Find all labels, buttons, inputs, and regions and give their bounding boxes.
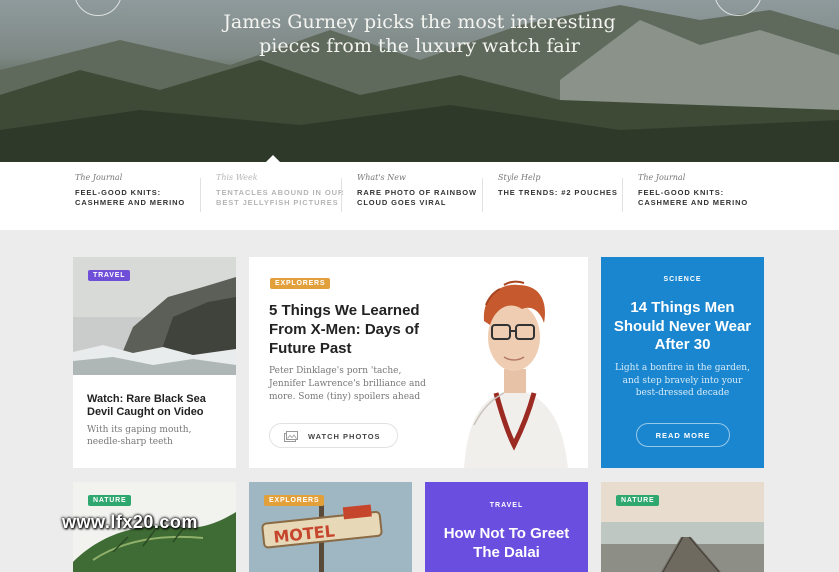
strip-headline[interactable]: FEEL-GOOD KNITS: CASHMERE AND MERINO [638,188,768,207]
divider [622,178,623,212]
strip-kicker: The Journal [638,173,686,182]
strip-item[interactable]: What's New RARE PHOTO OF RAINBOW CLOUD G… [357,173,487,207]
strip-headline[interactable]: FEEL-GOOD KNITS: CASHMERE AND MERINO [75,188,205,207]
hero-banner: James Gurney picks the most interesting … [0,0,839,162]
strip-kicker: Style Help [498,173,541,182]
hero-subtitle: James Gurney picks the most interesting … [0,10,839,58]
hero-subtitle-line1: James Gurney picks the most interesting [223,11,616,33]
card-title[interactable]: 14 Things Men Should Never Wear After 30 [611,299,754,355]
strip-kicker: This Week [216,173,258,182]
card-title[interactable]: How Not To Greet The Dalai [433,524,580,562]
tag-science[interactable]: SCIENCE [601,276,764,283]
card-description: Peter Dinklage's porn 'tache, Jennifer L… [269,366,426,402]
card-description: Light a bonfire in the garden, and step … [615,363,750,398]
strip-headline[interactable]: RARE PHOTO OF RAINBOW CLOUD GOES VIRAL [357,188,487,207]
article-card-science[interactable]: SCIENCE 14 Things Men Should Never Wear … [601,257,764,468]
article-card-xmen[interactable]: EXPLORERS 5 Things We Learned From X-Men… [249,257,588,468]
strip-kicker: The Journal [75,173,123,182]
strip-kicker: What's New [357,173,406,182]
strip-headline[interactable]: THE TRENDS: #2 POUCHES [498,188,628,198]
tag-explorers[interactable]: EXPLORERS [270,278,331,289]
watermark-text: www.lfx20.com [62,512,198,532]
strip-item[interactable]: The Journal FEEL-GOOD KNITS: CASHMERE AN… [75,173,205,207]
strip-item[interactable]: The Journal FEEL-GOOD KNITS: CASHMERE AN… [638,173,768,207]
watch-photos-button[interactable]: WATCH PHOTOS [269,423,398,448]
article-card-sea-devil[interactable]: TRAVEL Watch: Rare Black Sea Devil Caugh… [73,257,236,468]
tag-nature[interactable]: NATURE [88,495,132,506]
tag-travel[interactable]: TRAVEL [88,270,131,281]
card-title[interactable]: Watch: Rare Black Sea Devil Caught on Vi… [87,393,227,419]
card-title[interactable]: 5 Things We Learned From X-Men: Days of … [269,301,449,358]
strip-headline[interactable]: TENTACLES ABOUND IN OUR BEST JELLYFISH P… [216,188,346,207]
watch-photos-label: WATCH PHOTOS [308,432,381,441]
strip-item[interactable]: This Week TENTACLES ABOUND IN OUR BEST J… [216,173,346,207]
article-card-pier[interactable]: NATURE [601,482,764,572]
tag-nature[interactable]: NATURE [616,495,660,506]
article-card-dalai[interactable]: TRAVEL How Not To Greet The Dalai [425,482,588,572]
divider [341,178,342,212]
read-more-button[interactable]: READ MORE [636,423,730,447]
hero-subtitle-line2: pieces from the luxury watch fair [259,35,580,57]
divider [482,178,483,212]
story-strip: The Journal FEEL-GOOD KNITS: CASHMERE AN… [0,162,839,230]
strip-item[interactable]: Style Help THE TRENDS: #2 POUCHES [498,173,628,198]
read-more-label: READ MORE [655,431,711,440]
article-card-motel[interactable]: MOTEL EXPLORERS [249,482,412,572]
photo-icon [284,431,298,442]
card-description: With its gaping mouth, needle-sharp teet… [87,425,192,447]
active-indicator [266,155,280,162]
portrait-illustration [464,280,568,468]
divider [200,178,201,212]
tag-explorers[interactable]: EXPLORERS [264,495,325,506]
tag-travel[interactable]: TRAVEL [425,502,588,509]
